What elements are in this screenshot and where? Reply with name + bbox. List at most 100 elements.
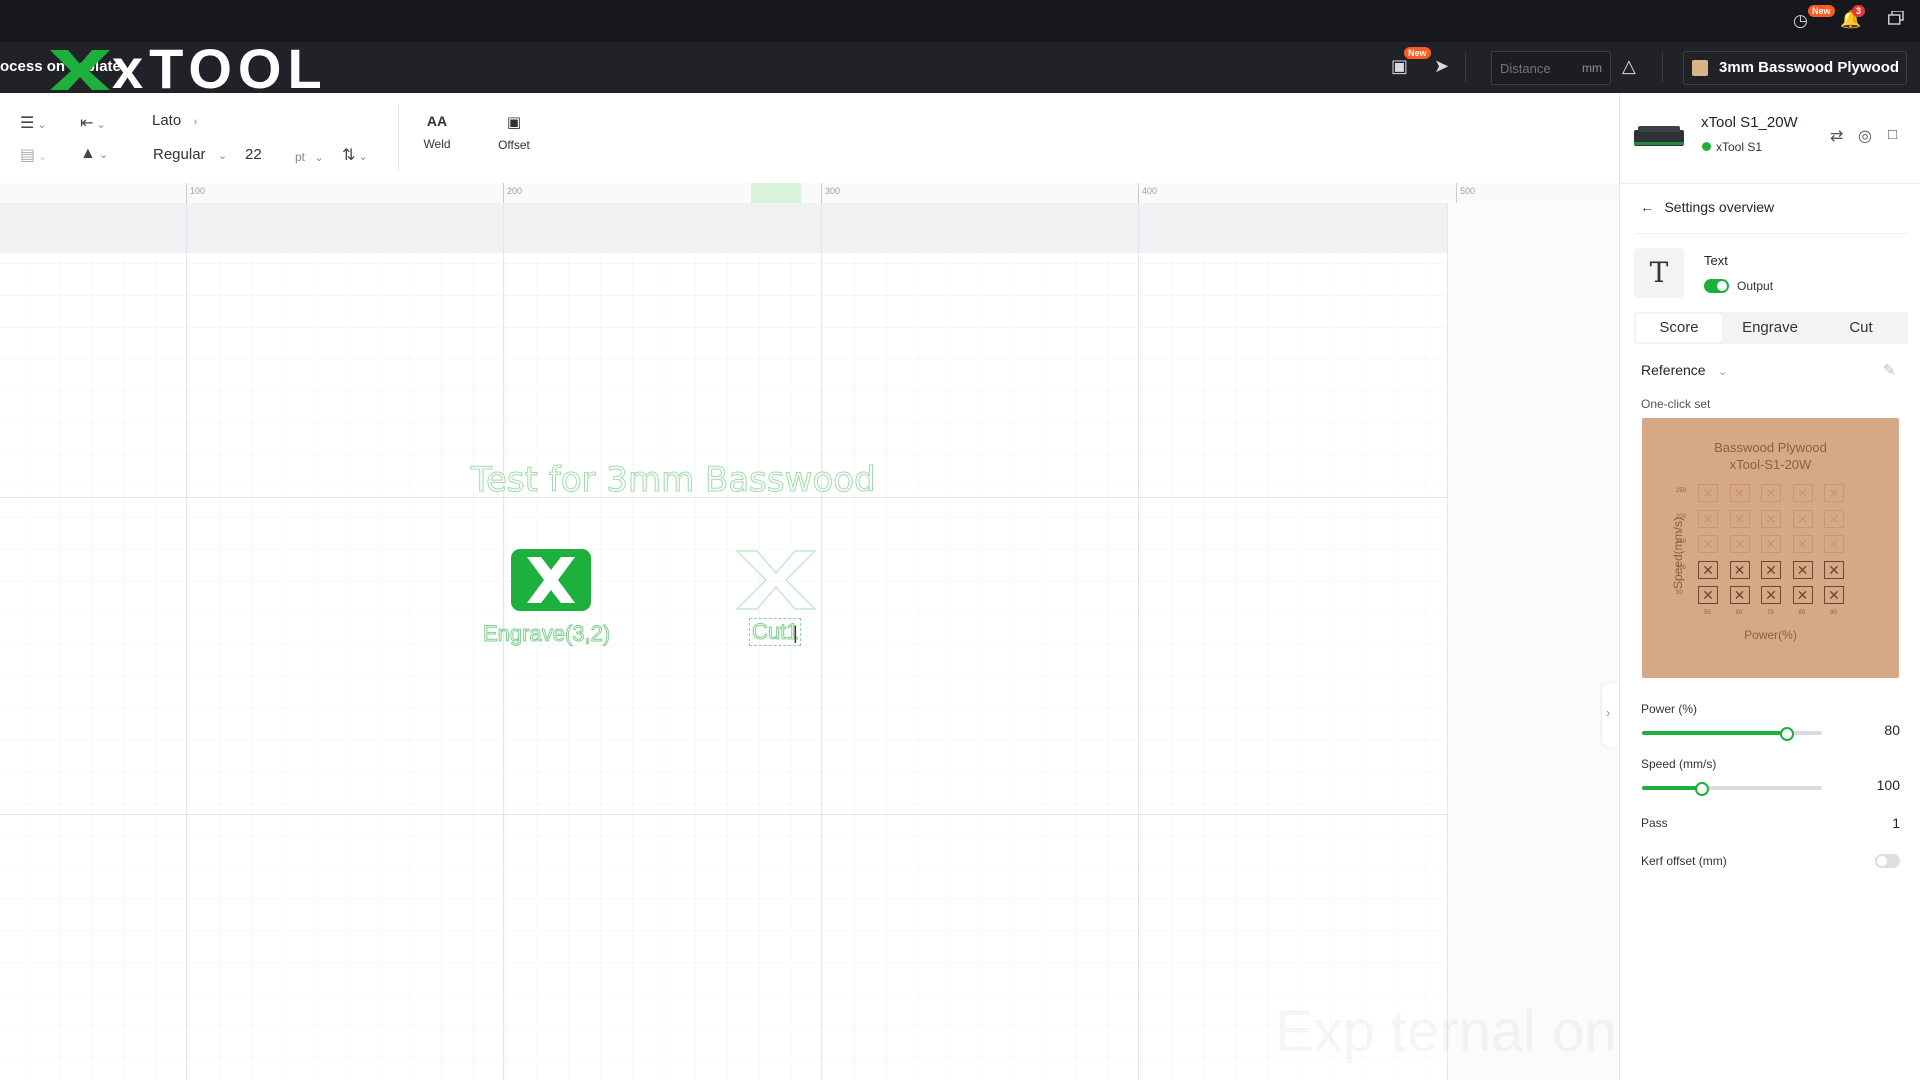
engrave-label-text[interactable]: Engrave(3,2) (482, 621, 610, 647)
material-selector[interactable]: 3mm Basswood Plywood (1683, 51, 1907, 85)
clock-icon: ◷ (1793, 11, 1808, 30)
material-test-preset-image[interactable]: Basswood Plywood xTool-S1-20W Speed(mm/s… (1642, 418, 1899, 678)
settings-panel: xTool S1_20W xTool S1 ⇄ ◎ □ ← Settings o… (1619, 93, 1920, 1080)
speed-value[interactable]: 100 (1860, 777, 1900, 793)
watermark-text: Exp ternal only (1275, 999, 1659, 1064)
speed-slider[interactable] (1642, 782, 1822, 796)
power-slider-knob[interactable] (1780, 727, 1794, 741)
header-divider (1465, 52, 1466, 82)
distance-field[interactable]: mm (1491, 51, 1611, 85)
font-unit-value: pt (295, 150, 306, 164)
weld-label: Weld (423, 137, 451, 151)
horizontal-ruler: 100 200 300 400 500 (0, 183, 1619, 204)
framing-button[interactable]: ➤ (1434, 56, 1449, 77)
preset-test-cell: ✕ (1761, 535, 1781, 553)
offset-icon: ▣ (506, 114, 522, 131)
line-spacing-icon: ⇅ (342, 147, 356, 164)
chevron-down-icon: ⌄ (95, 149, 109, 161)
distance-input[interactable] (1498, 58, 1574, 78)
power-slider[interactable] (1642, 727, 1822, 741)
preset-test-cell: ✕ (1761, 586, 1781, 604)
distance-unit: mm (1582, 61, 1602, 75)
panel-collapse-button[interactable]: › (1602, 683, 1619, 747)
save-preset-icon[interactable]: ✎ (1883, 361, 1896, 379)
ruler-tick: 100 (190, 186, 206, 196)
canvas-offbed-area (1447, 203, 1619, 1080)
preset-grid: 250 ✕ ✕ ✕ ✕ ✕ 200 ✕ ✕ ✕ ✕ ✕ 150 ✕ ✕ ✕ ✕ ✕ 100 ✕ ✕ ✕ ✕ ✕ 50 ✕ ✕ ✕ ✕ ✕ 5… (1642, 418, 1899, 678)
cut-logo-object[interactable] (735, 549, 817, 611)
chevron-right-icon: › (193, 116, 198, 128)
chevron-down-icon: ⌄ (93, 119, 106, 131)
preset-test-cell: ✕ (1824, 586, 1844, 604)
align-dropdown[interactable]: ☰ ⌄ (20, 113, 47, 133)
ruler-tick: 400 (1142, 186, 1158, 196)
align-icon: ☰ (20, 115, 35, 132)
font-size-input[interactable] (243, 143, 283, 165)
font-style-selector[interactable]: Regular ⌄ (153, 146, 227, 164)
font-family-selector[interactable]: Lato › (152, 112, 197, 130)
pointer-icon: ➤ (1434, 56, 1450, 76)
text-type-icon: T (1634, 248, 1684, 298)
camera-icon[interactable]: ◎ (1858, 126, 1872, 146)
output-label: Output (1737, 279, 1774, 293)
preset-test-cell: ✕ (1729, 586, 1750, 604)
flip-dropdown[interactable]: ▲ ⌄ (80, 145, 108, 163)
process-type-tabs: Score Engrave Cut (1634, 312, 1908, 344)
power-value[interactable]: 80 (1860, 722, 1900, 738)
output-toggle[interactable] (1704, 279, 1729, 293)
text-align-dropdown[interactable]: ⇤ ⌄ (80, 113, 106, 133)
reference-dropdown[interactable]: Reference ⌄ (1641, 362, 1727, 380)
preset-test-cell: ✕ (1761, 484, 1781, 502)
pass-value[interactable]: 1 (1860, 815, 1900, 831)
update-button[interactable]: ◷ (1793, 11, 1808, 31)
logo-x-outline-icon (735, 550, 817, 610)
engrave-logo-object[interactable] (511, 549, 591, 611)
chevron-down-icon: ⌄ (314, 152, 324, 164)
canvas-title-text[interactable]: Test for 3mm Basswood (471, 460, 877, 501)
capture-button[interactable]: ▣ (1391, 56, 1408, 77)
device-name[interactable]: xTool S1_20W (1701, 114, 1798, 131)
tab-cut[interactable]: Cut (1817, 314, 1905, 342)
chevron-down-icon: ⌄ (217, 150, 228, 162)
reference-label: Reference (1641, 362, 1706, 378)
tab-engrave[interactable]: Engrave (1726, 314, 1814, 342)
speed-slider-knob[interactable] (1695, 782, 1710, 796)
ruler-tick: 500 (1460, 186, 1476, 196)
chevron-down-icon: ⌄ (35, 151, 48, 163)
font-family-value: Lato (152, 112, 182, 129)
swap-device-icon[interactable]: ⇄ (1830, 126, 1843, 146)
offset-button[interactable]: ▣ Offset (492, 113, 536, 152)
preset-test-cell: ✕ (1824, 484, 1844, 502)
power-label: Power (%) (1641, 702, 1698, 716)
preset-test-cell: ✕ (1792, 535, 1813, 553)
camera-frame-icon: ▣ (1391, 56, 1409, 76)
new-badge: New (1808, 5, 1835, 17)
system-top-bar: ◷ New 🔔 3 (0, 0, 1920, 42)
tab-score[interactable]: Score (1636, 314, 1722, 342)
chevron-right-icon: › (1606, 705, 1611, 720)
preset-x-tick: 70 (1767, 609, 1774, 616)
arrange-icon: ▤ (20, 147, 36, 164)
material-swatch (1692, 60, 1708, 76)
arrange-dropdown[interactable]: ▤ ⌄ (20, 145, 47, 165)
svg-text:xTOOL: xTOOL (112, 44, 328, 90)
device-model: xTool S1 (1716, 140, 1763, 154)
preset-test-cell: ✕ (1792, 586, 1813, 604)
preset-test-cell: ✕ (1824, 535, 1844, 553)
kerf-offset-toggle[interactable] (1875, 854, 1900, 868)
preset-y-tick: 100 (1676, 564, 1687, 571)
font-unit-selector[interactable]: pt ⌄ (295, 148, 324, 166)
line-spacing-dropdown[interactable]: ⇅ ⌄ (342, 145, 368, 165)
preset-test-cell: ✕ (1792, 560, 1813, 579)
preset-test-cell: ✕ (1792, 509, 1813, 528)
weld-button[interactable]: AA Weld (415, 113, 459, 151)
save-icon[interactable]: □ (1888, 126, 1897, 143)
back-to-overview-button[interactable]: ← Settings overview (1640, 199, 1774, 217)
preset-x-tick: 60 (1735, 609, 1743, 616)
logo-x-icon (527, 557, 575, 603)
window-switch-button[interactable] (1888, 10, 1904, 25)
material-test-button[interactable]: △ (1622, 56, 1636, 77)
logo-x-icon (50, 50, 110, 90)
design-canvas[interactable]: Test for 3mm Basswood Engrave(3,2) Cut1 … (0, 203, 1659, 1080)
notification-count-badge: 3 (1852, 5, 1866, 17)
